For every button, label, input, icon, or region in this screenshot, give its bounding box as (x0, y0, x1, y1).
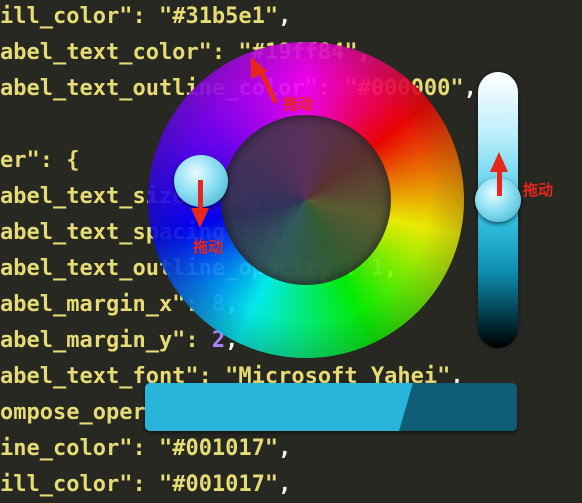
code-key: ine_color": (0, 436, 159, 461)
opacity-bar[interactable] (145, 383, 517, 431)
code-line: ill_color": "#31b5e1", (0, 0, 291, 35)
color-wheel-center (221, 115, 391, 285)
code-key: ill_color": (0, 472, 159, 497)
code-string-value: "#001017" (158, 436, 279, 461)
code-punct: , (278, 4, 292, 29)
code-line: er": { (0, 143, 79, 179)
drag-label-top: 拖动 (283, 95, 314, 113)
drag-label-slider: 拖动 (523, 181, 554, 199)
code-string-value: "#001017" (158, 472, 279, 497)
opacity-bar-edge (399, 383, 413, 431)
code-line: abel_margin_y": 2, (0, 323, 238, 359)
code-string-value: "#31b5e1" (158, 4, 279, 29)
code-key: abel_margin_y": (0, 328, 212, 353)
drag-label-wheel: 拖动 (193, 238, 224, 256)
code-line: ill_color": "#001017", (0, 467, 291, 503)
code-punct: , (463, 76, 477, 101)
opacity-bar-fill (145, 383, 413, 431)
code-line: ine_color": "#001017", (0, 431, 291, 467)
code-key: abel_text_color": (0, 40, 239, 65)
code-punct: , (278, 436, 292, 461)
code-punct: , (278, 472, 292, 497)
code-key: ill_color": (0, 4, 159, 29)
code-key: er": { (0, 148, 80, 173)
